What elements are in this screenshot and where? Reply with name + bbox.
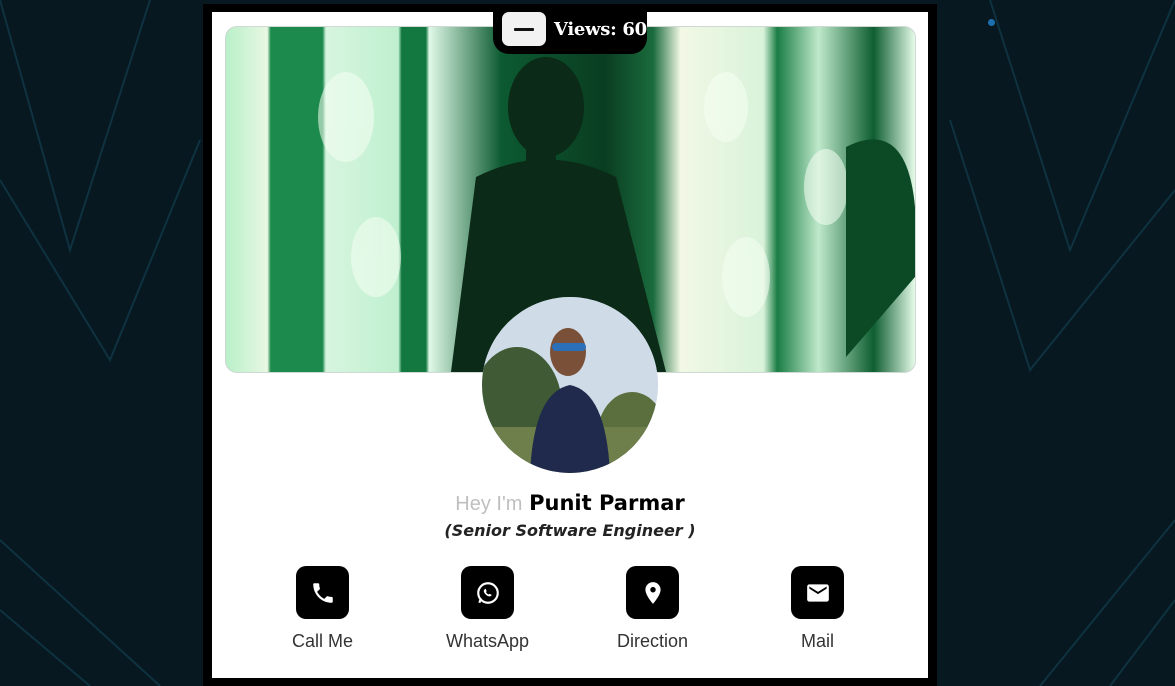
profile-name: Punit Parmar <box>529 491 685 515</box>
phone-icon <box>296 566 349 619</box>
views-label: Views: 60 <box>554 18 647 40</box>
greeting-prefix: Hey I'm <box>455 493 523 515</box>
call-label: Call Me <box>291 631 353 651</box>
whatsapp-label: WhatsApp <box>445 631 530 651</box>
direction-label: Direction <box>616 631 689 651</box>
greeting: Hey I'm Punit Parmar <box>212 488 928 519</box>
profile-role: (Senior Software Engineer ) <box>444 521 696 540</box>
views-counter: Views: 60 <box>493 4 647 54</box>
avatar <box>482 297 658 473</box>
mail-label: Mail <box>800 631 834 651</box>
mail-icon <box>791 566 844 619</box>
collapse-button[interactable] <box>502 12 546 46</box>
whatsapp-icon <box>461 566 514 619</box>
background-dot <box>988 19 995 26</box>
action-bar: Call Me WhatsApp Direction Mail <box>240 566 900 666</box>
call-button[interactable]: Call Me <box>240 566 405 666</box>
direction-button[interactable]: Direction <box>570 566 735 666</box>
minus-icon <box>514 27 534 31</box>
whatsapp-button[interactable]: WhatsApp <box>405 566 570 666</box>
mail-button[interactable]: Mail <box>735 566 900 666</box>
location-pin-icon <box>626 566 679 619</box>
